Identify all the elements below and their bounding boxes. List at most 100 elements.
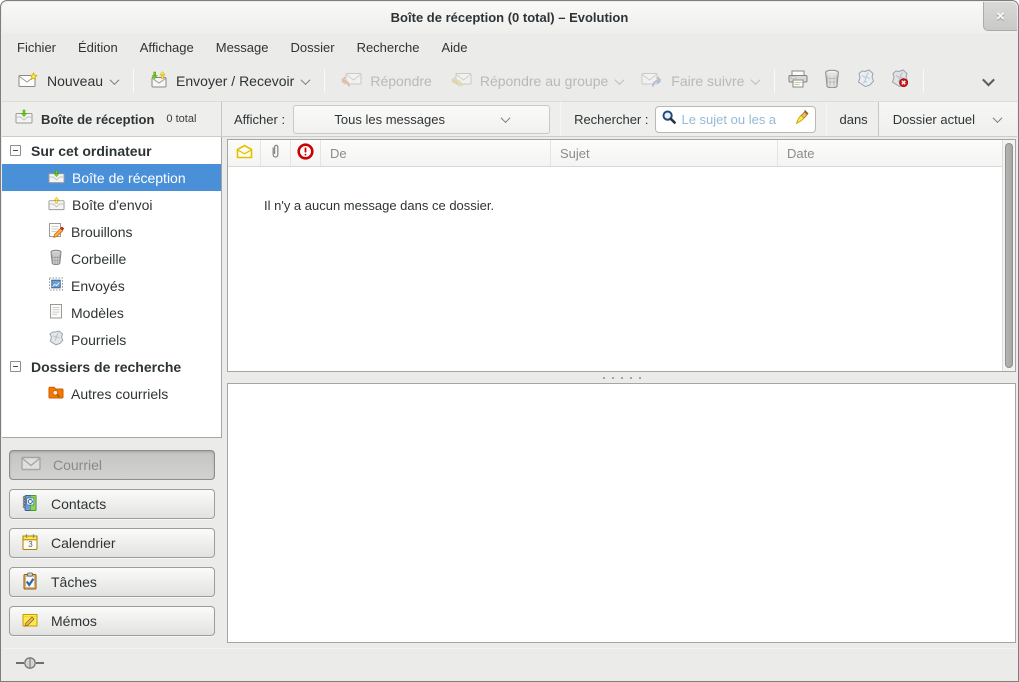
- menu-fichier[interactable]: Fichier: [6, 35, 67, 60]
- toolbar-separator: [774, 69, 775, 93]
- sent-stamp-icon: [48, 276, 64, 295]
- evolution-window: Boîte de réception (0 total) – Evolution…: [0, 0, 1019, 682]
- scrollbar-thumb[interactable]: [1005, 143, 1013, 368]
- column-date[interactable]: Date: [778, 140, 1002, 166]
- sidebar-item-trash[interactable]: Corbeille: [2, 245, 221, 272]
- printer-icon: [787, 70, 809, 93]
- chevron-down-icon: [110, 75, 120, 85]
- switcher-tasks-button[interactable]: Tâches: [9, 567, 215, 597]
- chevron-down-icon: [301, 75, 311, 85]
- sidebar-item-other-mail[interactable]: Autres courriels: [2, 380, 221, 407]
- inbox-icon: [15, 109, 33, 129]
- online-status-icon: [15, 656, 45, 675]
- search-input[interactable]: [655, 106, 816, 133]
- toolbar-separator: [923, 69, 924, 93]
- current-folder-name: Boîte de réception: [41, 112, 154, 127]
- forward-icon: [641, 71, 663, 91]
- sidebar-item-sent[interactable]: Envoyés: [2, 272, 221, 299]
- paperclip-icon: [270, 143, 281, 163]
- not-junk-button[interactable]: [883, 65, 917, 97]
- column-status[interactable]: [228, 140, 261, 166]
- search-folder-icon: [48, 384, 64, 403]
- message-list-header: De Sujet Date: [228, 140, 1002, 167]
- delete-button[interactable]: [815, 65, 849, 97]
- not-junk-icon: [890, 69, 910, 93]
- sidebar-item-junk[interactable]: Pourriels: [2, 326, 221, 353]
- toolbar-overflow-button[interactable]: [971, 65, 1005, 97]
- toolbar-separator: [324, 69, 325, 93]
- inbox-icon: [48, 169, 65, 187]
- column-attachment[interactable]: [261, 140, 291, 166]
- column-subject[interactable]: Sujet: [551, 140, 778, 166]
- switcher-memos-button[interactable]: Mémos: [9, 606, 215, 636]
- chevron-down-icon: [993, 113, 1003, 123]
- forward-button: Faire suivre: [632, 65, 768, 97]
- menu-message[interactable]: Message: [205, 35, 280, 60]
- reply-button: Répondre: [331, 65, 441, 97]
- close-button[interactable]: ×: [983, 2, 1017, 31]
- new-button[interactable]: Nouveau: [9, 65, 127, 97]
- window-title: Boîte de réception (0 total) – Evolution: [2, 10, 1017, 25]
- status-bar: [2, 648, 1017, 681]
- tasks-icon: [21, 572, 39, 593]
- contacts-icon: [21, 494, 39, 515]
- menu-edition[interactable]: Édition: [67, 35, 129, 60]
- memos-icon: [21, 611, 39, 632]
- important-icon: [297, 143, 314, 163]
- pane-splitter-handle[interactable]: [227, 373, 1016, 382]
- templates-icon: [48, 303, 64, 322]
- column-importance[interactable]: [291, 140, 321, 166]
- drafts-icon: [48, 222, 64, 241]
- menu-bar: Fichier Édition Affichage Message Dossie…: [2, 33, 1017, 61]
- search-scope-dropdown[interactable]: Dossier actuel: [878, 102, 1017, 136]
- send-receive-button[interactable]: Envoyer / Recevoir: [140, 65, 318, 97]
- title-bar: Boîte de réception (0 total) – Evolution…: [2, 2, 1017, 33]
- search-text-field[interactable]: [681, 112, 791, 127]
- sidebar-item-templates[interactable]: Modèles: [2, 299, 221, 326]
- outbox-icon: [48, 196, 65, 214]
- junk-button[interactable]: [849, 65, 883, 97]
- show-label: Afficher :: [234, 112, 285, 127]
- filterbar-separator: [560, 102, 561, 136]
- sidebar-item-drafts[interactable]: Brouillons: [2, 218, 221, 245]
- message-count: 0 total: [166, 113, 196, 125]
- chevron-down-icon: [751, 75, 761, 85]
- menu-recherche[interactable]: Recherche: [346, 35, 431, 60]
- current-folder-indicator: Boîte de réception 0 total: [2, 102, 222, 136]
- junk-icon: [856, 69, 876, 93]
- show-filter-dropdown[interactable]: Tous les messages: [293, 105, 550, 134]
- switcher-mail-button[interactable]: Courriel: [9, 450, 215, 480]
- column-from[interactable]: De: [321, 140, 551, 166]
- filterbar-separator: [826, 102, 827, 136]
- menu-aide[interactable]: Aide: [430, 35, 478, 60]
- component-switcher: Courriel Contacts 3 Calendrier Tâches Mé…: [2, 438, 222, 649]
- chevron-down-icon: [982, 73, 995, 86]
- filter-bar: Boîte de réception 0 total Afficher : To…: [2, 102, 1017, 137]
- tree-group-on-this-computer[interactable]: Sur cet ordinateur: [2, 137, 221, 164]
- switcher-calendar-button[interactable]: 3 Calendrier: [9, 528, 215, 558]
- trash-icon: [822, 69, 842, 93]
- trash-icon: [48, 249, 64, 268]
- folder-tree: Sur cet ordinateur Boîte de réception Bo…: [2, 137, 222, 438]
- message-list-scrollbar[interactable]: [1002, 140, 1015, 371]
- message-list-pane: De Sujet Date Il n'y a aucun message dan…: [227, 139, 1016, 372]
- switcher-contacts-button[interactable]: Contacts: [9, 489, 215, 519]
- reply-icon: [340, 71, 362, 91]
- toolbar-separator: [133, 69, 134, 93]
- collapse-expander-icon[interactable]: [10, 145, 21, 156]
- send-receive-icon: [149, 71, 168, 91]
- clear-search-broom-icon[interactable]: [795, 109, 810, 130]
- collapse-expander-icon[interactable]: [10, 361, 21, 372]
- tree-group-search-folders[interactable]: Dossiers de recherche: [2, 353, 221, 380]
- print-button[interactable]: [781, 65, 815, 97]
- reply-group-button: Répondre au groupe: [441, 65, 632, 97]
- message-status-icon: [236, 144, 253, 162]
- sidebar-item-inbox[interactable]: Boîte de réception: [2, 164, 221, 191]
- main-toolbar: Nouveau Envoyer / Recevoir Répondre Répo…: [2, 61, 1017, 102]
- mail-icon: [21, 456, 41, 474]
- menu-dossier[interactable]: Dossier: [279, 35, 345, 60]
- chevron-down-icon: [500, 113, 510, 123]
- search-label: Rechercher :: [574, 112, 648, 127]
- sidebar-item-outbox[interactable]: Boîte d'envoi: [2, 191, 221, 218]
- menu-affichage[interactable]: Affichage: [129, 35, 205, 60]
